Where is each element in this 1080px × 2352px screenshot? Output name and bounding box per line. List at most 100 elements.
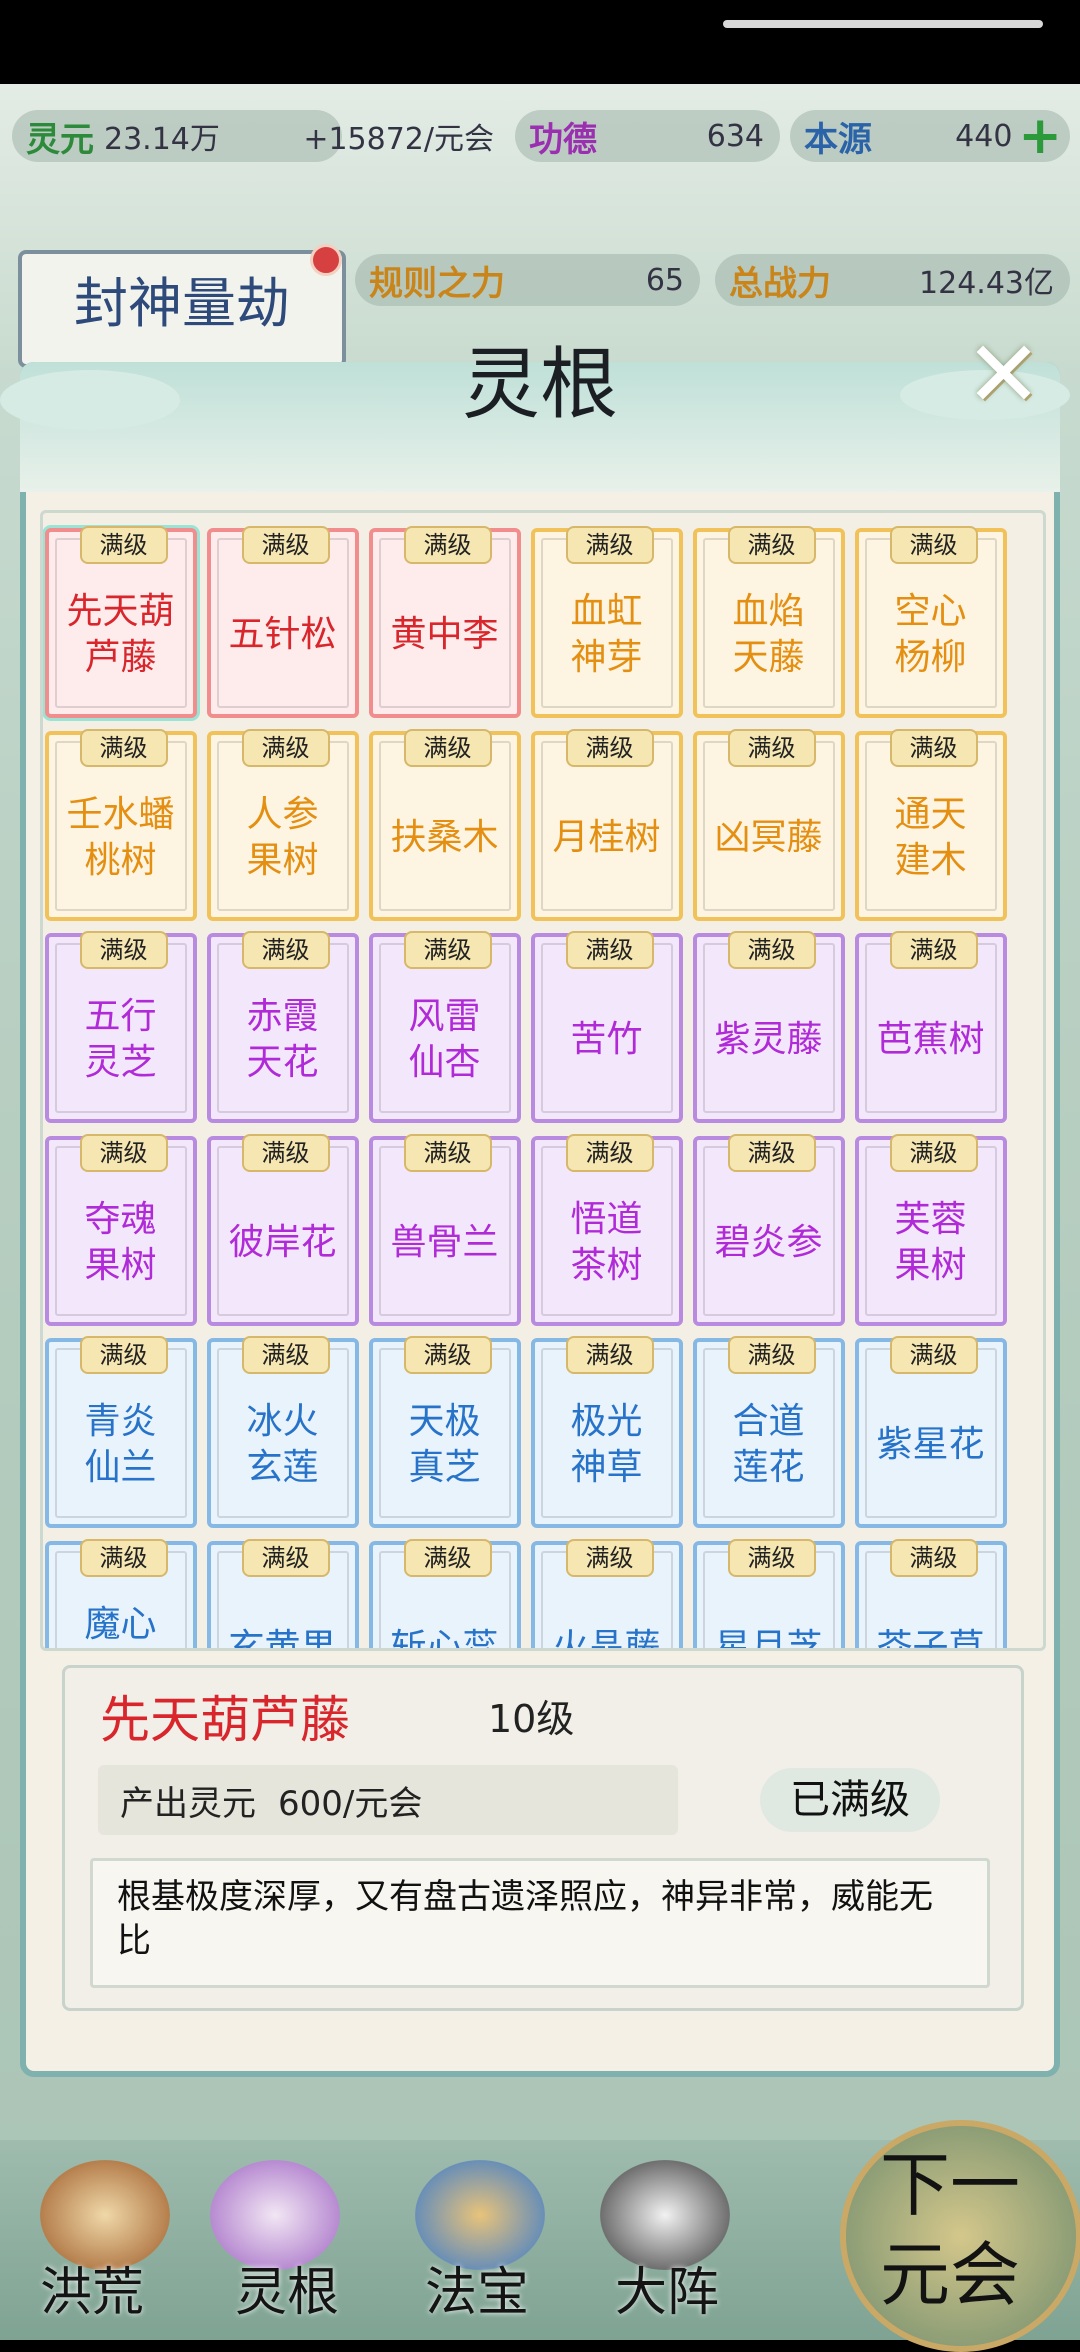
card-name: 通天 建木 xyxy=(894,793,967,881)
lingen-card[interactable]: 满级 芭蕉树 xyxy=(854,931,1007,1123)
lingen-card[interactable]: 满级 夺魂 果树 xyxy=(44,1133,197,1326)
nav-dazhen[interactable]: 大阵 xyxy=(615,2250,719,2325)
lingen-card[interactable]: 满级 血焰 天藤 xyxy=(692,526,845,718)
card-name: 苦竹 xyxy=(570,1019,643,1060)
lingen-card[interactable]: 满级 紫灵藤 xyxy=(692,931,845,1123)
card-name: 扶桑木 xyxy=(390,816,499,858)
maxed-button[interactable]: 已满级 xyxy=(760,1768,940,1832)
benyuan-label: 本源 xyxy=(804,119,872,160)
benyuan-value: 440 xyxy=(955,118,1013,154)
zhanli-stat: 总战力 124.43亿 xyxy=(715,254,1070,306)
detail-level: 10级 xyxy=(488,1697,575,1741)
lingen-card[interactable]: 满级 赤霞 天花 xyxy=(206,931,359,1123)
lingen-card[interactable]: 满级 血虹 神芽 xyxy=(530,526,683,718)
lingen-card[interactable]: 满级 玄黄果 xyxy=(206,1538,359,1651)
card-name: 先天葫 芦藤 xyxy=(66,591,175,678)
card-name: 黄中李 xyxy=(390,614,499,655)
lingen-card[interactable]: 满级魔心 果树 xyxy=(44,1538,197,1648)
next-era-label: 下一 元会 xyxy=(880,2144,1020,2316)
zhanli-value: 124.43亿 xyxy=(919,266,1054,301)
card-name: 天极 真芝 xyxy=(408,1401,481,1488)
output-label: 产出灵元 xyxy=(120,1783,256,1824)
gongde-label: 功德 xyxy=(529,119,597,160)
lingen-card[interactable]: 满级 芙蓉 果树 xyxy=(854,1133,1007,1326)
lingen-card[interactable]: 满级 扶桑木 xyxy=(368,728,521,921)
card-name: 合道 莲花 xyxy=(732,1401,805,1488)
gesture-bar xyxy=(723,20,1043,28)
card-name: 血焰 天藤 xyxy=(732,591,805,678)
card-name: 魔心 果树 xyxy=(84,1603,157,1645)
status-bar xyxy=(0,0,1080,84)
card-name: 青炎 仙兰 xyxy=(84,1401,157,1488)
lingen-card[interactable]: 满级 人参 果树 xyxy=(206,728,359,921)
close-icon[interactable]: ✕ xyxy=(965,329,1042,421)
lingen-card[interactable]: 满级 先天葫 芦藤 xyxy=(44,526,197,718)
card-name: 壬水蟠 桃树 xyxy=(66,793,175,881)
guize-label: 规则之力 xyxy=(369,263,505,304)
description: 根基极度深厚，又有盘古遗泽照应，神异非常，威能无比 xyxy=(90,1858,990,1988)
card-name: 赤霞 天花 xyxy=(246,996,319,1083)
lingyuan-rate: +15872/元会 xyxy=(303,122,494,157)
lingen-card[interactable]: 满级 黄中李 xyxy=(368,526,521,718)
lingen-card[interactable]: 满级 苦竹 xyxy=(530,931,683,1123)
card-name: 月桂树 xyxy=(552,816,661,858)
card-name: 血虹 神芽 xyxy=(570,591,643,678)
card-name: 芙蓉 果树 xyxy=(894,1198,967,1286)
card-name: 芥子草 xyxy=(876,1626,985,1651)
card-name: 凶冥藤 xyxy=(714,816,823,858)
lingen-grid: 满级 先天葫 芦藤 满级 五针松 满级 黄中李 满级 血虹 神芽 满级 血焰 天藤 满级 空心 杨柳满… xyxy=(40,510,1046,1651)
zhanli-label: 总战力 xyxy=(729,263,831,304)
lingen-card[interactable]: 满级 壬水蟠 桃树 xyxy=(44,728,197,921)
card-name: 极光 神草 xyxy=(570,1401,643,1488)
lingen-card[interactable]: 满级 极光 神草 xyxy=(530,1336,683,1528)
lingen-card[interactable]: 满级 芥子草 xyxy=(854,1538,1007,1651)
nav-lingen[interactable]: 灵根 xyxy=(235,2250,339,2325)
lingen-card[interactable]: 满级 凶冥藤 xyxy=(692,728,845,921)
add-benyuan-icon[interactable]: + xyxy=(1018,106,1062,166)
nav-fabao[interactable]: 法宝 xyxy=(425,2250,529,2325)
lingen-card[interactable]: 满级 兽骨兰 xyxy=(368,1133,521,1326)
lingen-card[interactable]: 满级 月桂树 xyxy=(530,728,683,921)
lingen-card[interactable]: 满级 火晶藤 xyxy=(530,1538,683,1648)
lingen-card[interactable]: 满级 天极 真芝 xyxy=(368,1336,521,1528)
guize-value: 65 xyxy=(645,262,684,298)
lingen-card[interactable]: 满级 五针松 xyxy=(206,526,359,718)
notification-dot xyxy=(310,244,342,276)
lingen-card[interactable]: 满级 冰火 玄莲 xyxy=(206,1336,359,1528)
card-name: 彼岸花 xyxy=(228,1221,337,1263)
card-name: 五针松 xyxy=(228,614,337,655)
lingen-card[interactable]: 满级 碧炎参 xyxy=(692,1133,845,1326)
lingen-card[interactable]: 满级 紫星花 xyxy=(854,1336,1007,1528)
lingyuan-label: 灵元 xyxy=(26,119,94,160)
card-name: 玄黄果 xyxy=(228,1626,337,1651)
lingen-card[interactable]: 满级 合道 莲花 xyxy=(692,1336,845,1528)
nav-honghuang[interactable]: 洪荒 xyxy=(40,2250,144,2325)
card-name: 紫星花 xyxy=(876,1424,985,1465)
lingen-card[interactable]: 满级 通天 建木 xyxy=(854,728,1007,921)
card-name: 星月芝 xyxy=(714,1626,823,1651)
card-name: 芭蕉树 xyxy=(876,1019,985,1060)
lingen-card[interactable]: 满级 空心 杨柳 xyxy=(854,526,1007,718)
gongde-value: 634 xyxy=(706,118,764,154)
card-name: 兽骨兰 xyxy=(390,1221,499,1263)
card-name: 冰火 玄莲 xyxy=(246,1401,319,1488)
card-name: 悟道 茶树 xyxy=(570,1198,643,1286)
card-name: 五行 灵芝 xyxy=(84,996,157,1083)
benyuan-stat: 本源 440 + xyxy=(790,106,1070,166)
output-value: 600/元会 xyxy=(278,1783,423,1824)
guize-stat: 规则之力 65 xyxy=(355,254,700,306)
lingen-card[interactable]: 满级 青炎 仙兰 xyxy=(44,1336,197,1528)
lingen-card[interactable]: 满级 五行 灵芝 xyxy=(44,931,197,1123)
lingen-card[interactable]: 满级 悟道 茶树 xyxy=(530,1133,683,1326)
card-name: 风雷 仙杏 xyxy=(408,996,481,1083)
detail-name: 先天葫芦藤 xyxy=(100,1691,350,1749)
output-row: 产出灵元 600/元会 xyxy=(98,1765,678,1835)
card-name: 斩心蕊 xyxy=(390,1626,499,1651)
lingen-card[interactable]: 满级 彼岸花 xyxy=(206,1133,359,1326)
gongde-stat: 功德 634 xyxy=(515,110,780,162)
card-name: 碧炎参 xyxy=(714,1221,823,1263)
lingen-card[interactable]: 满级 风雷 仙杏 xyxy=(368,931,521,1123)
lingen-card[interactable]: 满级 星月芝 xyxy=(692,1538,845,1651)
lingen-card[interactable]: 满级 斩心蕊 xyxy=(368,1538,521,1651)
lingyuan-value: 23.14万 xyxy=(104,122,220,157)
